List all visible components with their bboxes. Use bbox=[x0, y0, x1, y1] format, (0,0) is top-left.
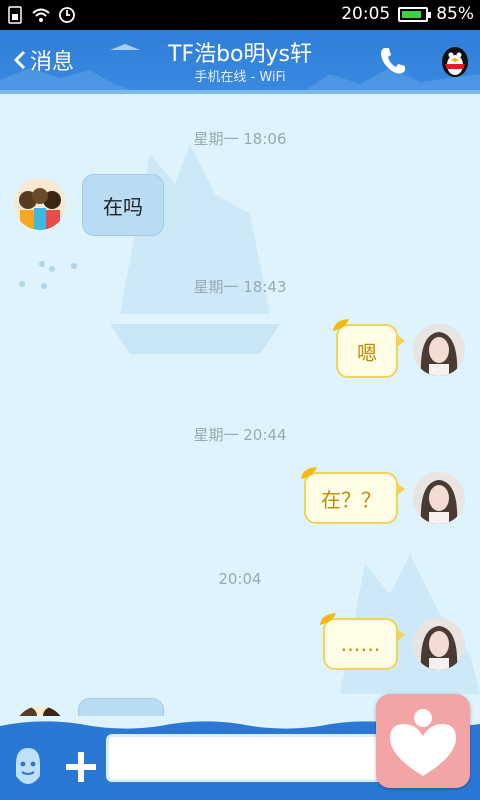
my-avatar-image bbox=[413, 618, 465, 670]
message-input[interactable] bbox=[106, 734, 406, 782]
message-bubble-outgoing[interactable]: 嗯 bbox=[333, 319, 405, 378]
my-avatar-image bbox=[413, 472, 465, 524]
phone-icon[interactable] bbox=[378, 46, 406, 76]
my-avatar[interactable] bbox=[413, 472, 465, 524]
chat-screen: 20:05 85% 消息 TF浩bo明ys轩 手机在线 - WiFi 星期一 1… bbox=[0, 0, 480, 800]
contact-status: 手机在线 - WiFi bbox=[194, 70, 286, 85]
message-bubble-incoming[interactable]: 在吗 bbox=[82, 174, 164, 236]
my-avatar-image bbox=[413, 324, 465, 376]
status-bar: 20:05 85% bbox=[0, 0, 480, 30]
clock-icon bbox=[59, 7, 75, 23]
heart-button[interactable] bbox=[376, 694, 470, 788]
message-bubble-outgoing[interactable]: 在？？ bbox=[301, 467, 405, 524]
contact-avatar-image bbox=[14, 178, 66, 230]
timestamp: 星期一 18:43 bbox=[193, 278, 287, 296]
contact-avatar[interactable] bbox=[14, 178, 66, 230]
battery-percent: 85% bbox=[436, 4, 474, 24]
wifi-icon bbox=[32, 8, 50, 22]
sim-icon bbox=[8, 6, 22, 24]
my-avatar[interactable] bbox=[413, 324, 465, 376]
timestamp: 星期一 20:44 bbox=[193, 426, 287, 444]
iceberg-background-decoration bbox=[19, 144, 480, 694]
heart-icon bbox=[390, 709, 456, 776]
message-text: …… bbox=[340, 632, 381, 656]
chat-header: 消息 TF浩bo明ys轩 手机在线 - WiFi bbox=[0, 30, 480, 94]
message-bubble-outgoing[interactable]: …… bbox=[320, 613, 405, 670]
message-list[interactable]: 星期一 18:06 在吗 星期一 18:43 嗯 星期一 20:44 在？？ 2… bbox=[0, 94, 480, 724]
battery-icon bbox=[398, 6, 432, 22]
leaf-decoration-icon bbox=[333, 319, 349, 331]
contact-name: TF浩bo明ys轩 bbox=[168, 42, 312, 67]
leaf-decoration-icon bbox=[301, 467, 317, 479]
timestamp: 星期一 18:06 bbox=[193, 130, 287, 148]
message-text: 在吗 bbox=[103, 194, 143, 219]
message-text: 在？？ bbox=[321, 487, 381, 512]
penguin-icon[interactable] bbox=[437, 42, 473, 78]
my-avatar[interactable] bbox=[413, 618, 465, 670]
message-text: 嗯 bbox=[357, 340, 377, 365]
plus-icon[interactable] bbox=[64, 750, 98, 784]
timestamp: 20:04 bbox=[218, 570, 262, 588]
emoji-icon[interactable] bbox=[10, 746, 46, 786]
leaf-decoration-icon bbox=[320, 613, 336, 625]
status-time: 20:05 bbox=[341, 4, 391, 24]
